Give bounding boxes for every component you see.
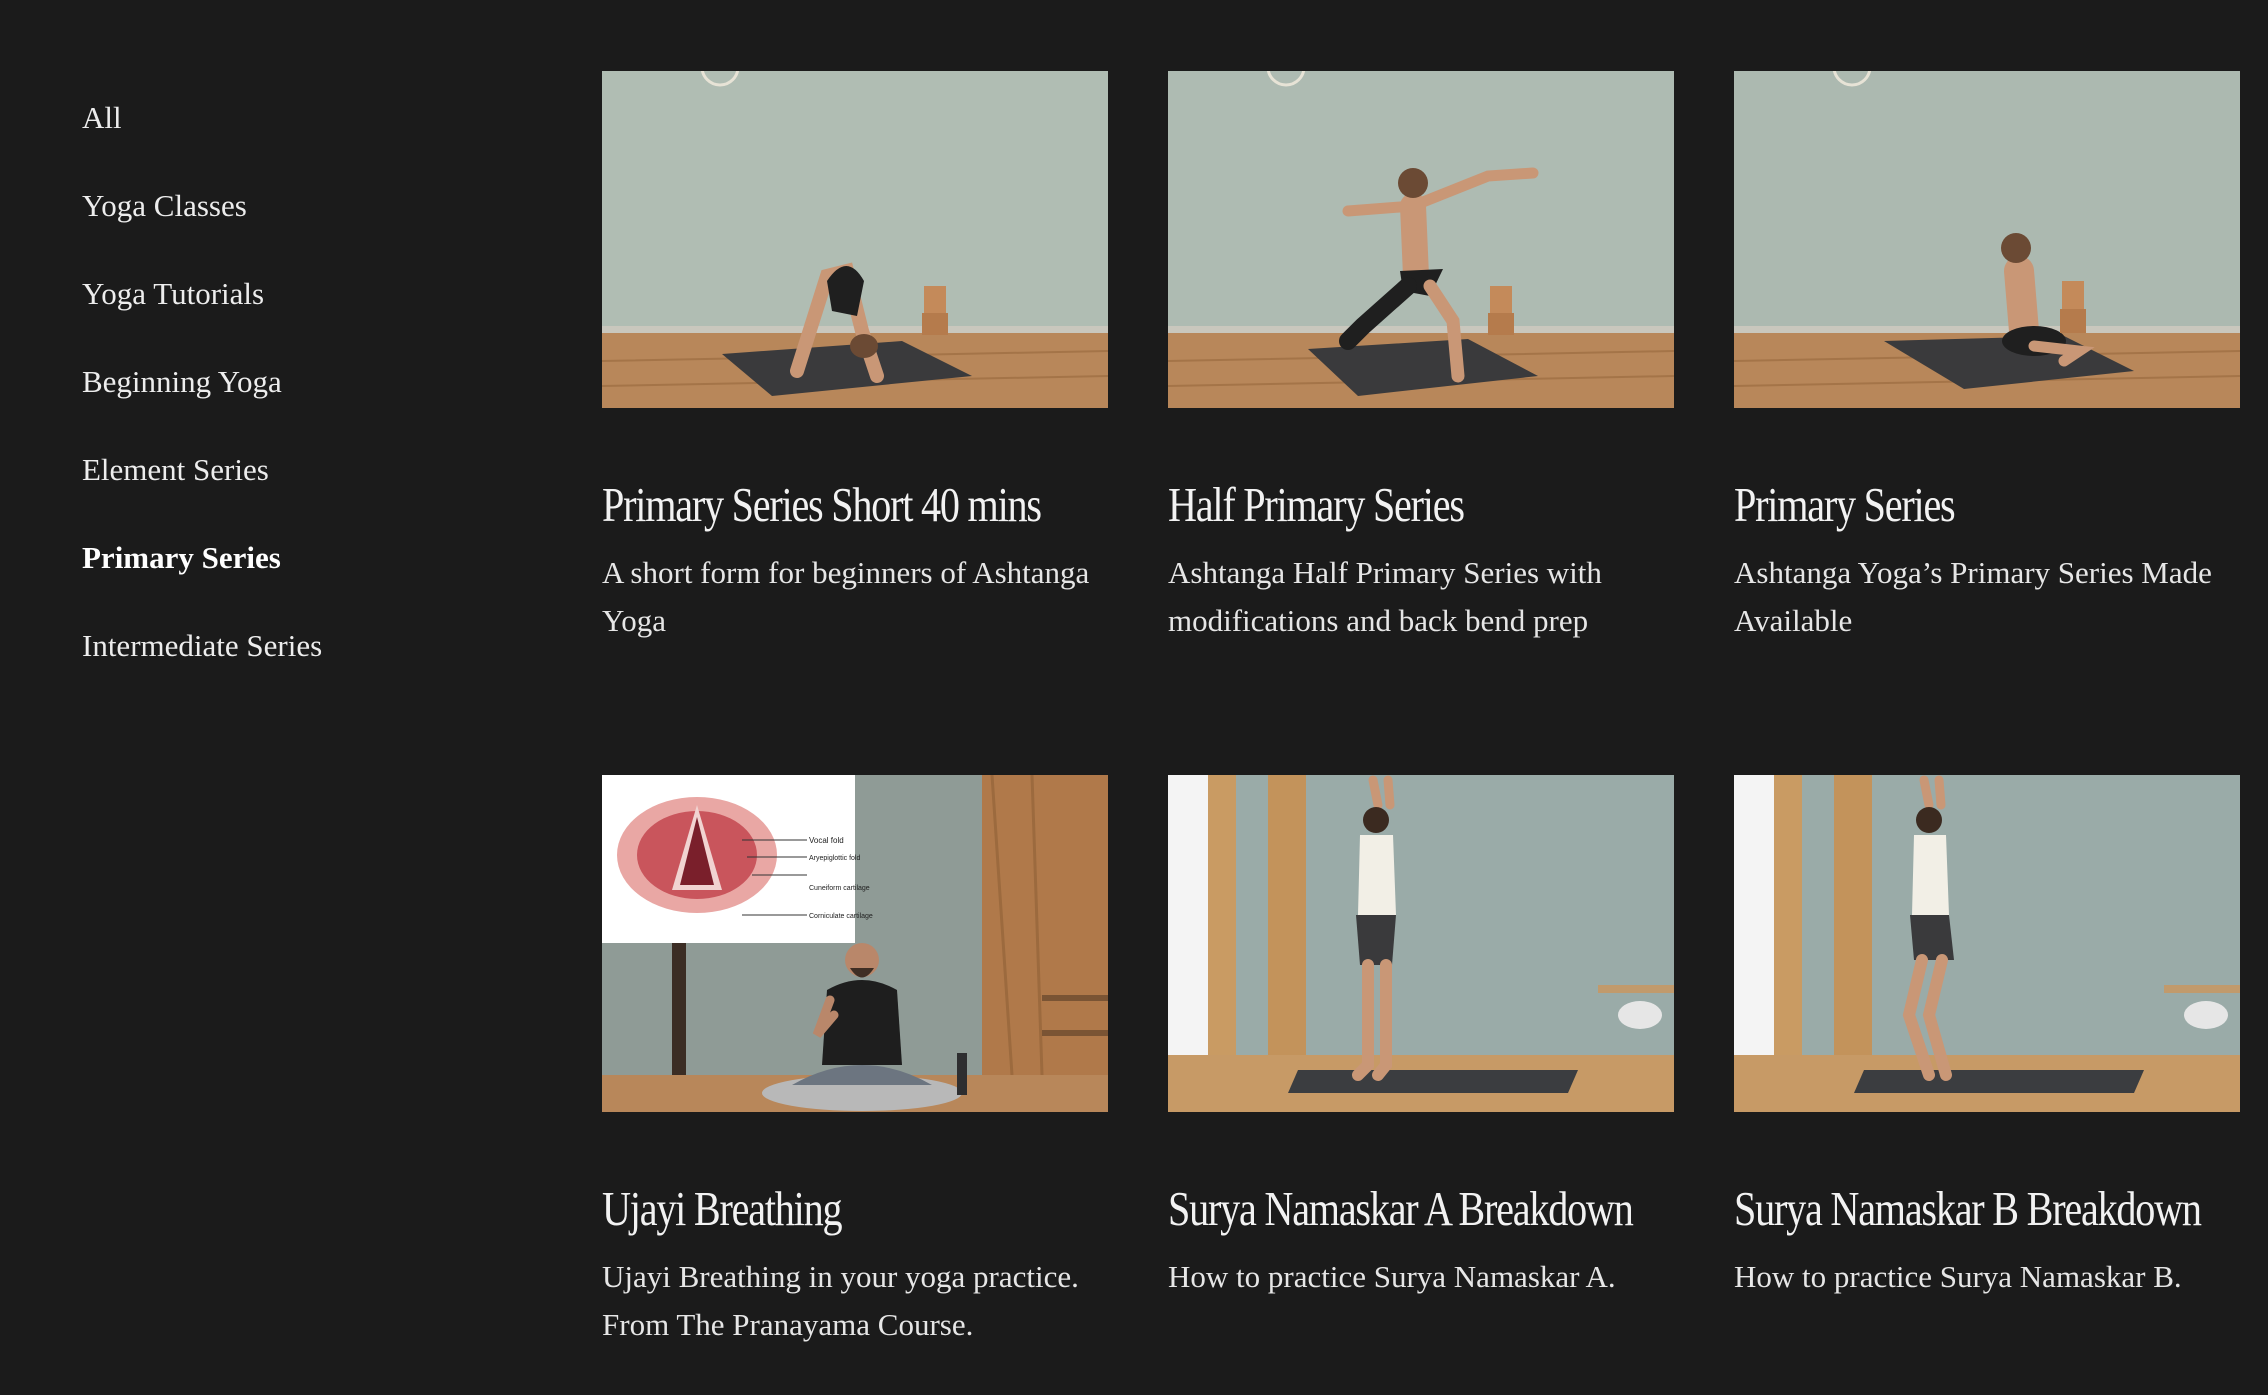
category-sidebar: All Yoga Classes Yoga Tutorials Beginnin… [82, 96, 502, 712]
diagram-label: Aryepiglottic fold [809, 855, 860, 862]
surya-namaskar-a-image [1168, 775, 1674, 1112]
card-description: A short form for beginners of Ashtanga Y… [602, 555, 1090, 638]
video-thumbnail[interactable]: Vocal fold Aryepiglottic fold Cuneiform … [602, 775, 1108, 1112]
breathing-lesson-image: Vocal fold Aryepiglottic fold Cuneiform … [602, 775, 1108, 1112]
yoga-seated-twist-image [1734, 71, 2240, 408]
sidebar-item-element-series[interactable]: Element Series [82, 448, 502, 492]
card-title[interactable]: Ujayi Breathing [602, 1180, 1045, 1238]
video-thumbnail[interactable] [1168, 775, 1674, 1112]
card-description: Ashtanga Yoga’s Primary Series Made Avai… [1734, 555, 2212, 638]
card-title[interactable]: Primary Series Short 40 mins [602, 476, 1045, 534]
diagram-label: Cuneiform cartilage [809, 885, 870, 892]
card-title[interactable]: Half Primary Series [1168, 476, 1611, 534]
card-title[interactable]: Primary Series [1734, 476, 2177, 534]
sidebar-item-yoga-tutorials[interactable]: Yoga Tutorials [82, 272, 502, 316]
sidebar-item-beginning-yoga[interactable]: Beginning Yoga [82, 360, 502, 404]
yoga-downward-dog-image [602, 71, 1108, 408]
card-description: How to practice Surya Namaskar B. [1734, 1259, 2182, 1294]
yoga-warrior-pose-image [1168, 71, 1674, 408]
sidebar-item-intermediate-series[interactable]: Intermediate Series [82, 624, 502, 668]
card-title[interactable]: Surya Namaskar A Breakdown [1168, 1180, 1634, 1238]
video-thumbnail[interactable] [1734, 71, 2240, 408]
card-description: Ujayi Breathing in your yoga practice. F… [602, 1259, 1079, 1342]
diagram-label: Vocal fold [809, 836, 844, 845]
sidebar-item-yoga-classes[interactable]: Yoga Classes [82, 184, 502, 228]
card-description: Ashtanga Half Primary Series with modifi… [1168, 555, 1602, 638]
sidebar-item-primary-series[interactable]: Primary Series [82, 536, 502, 580]
video-thumbnail[interactable] [1168, 71, 1674, 408]
surya-namaskar-b-image [1734, 775, 2240, 1112]
diagram-label: Corniculate cartilage [809, 913, 873, 920]
card-description: How to practice Surya Namaskar A. [1168, 1259, 1616, 1294]
video-thumbnail[interactable] [602, 71, 1108, 408]
sidebar-item-all[interactable]: All [82, 96, 502, 140]
card-title[interactable]: Surya Namaskar B Breakdown [1734, 1180, 2202, 1238]
video-thumbnail[interactable] [1734, 775, 2240, 1112]
